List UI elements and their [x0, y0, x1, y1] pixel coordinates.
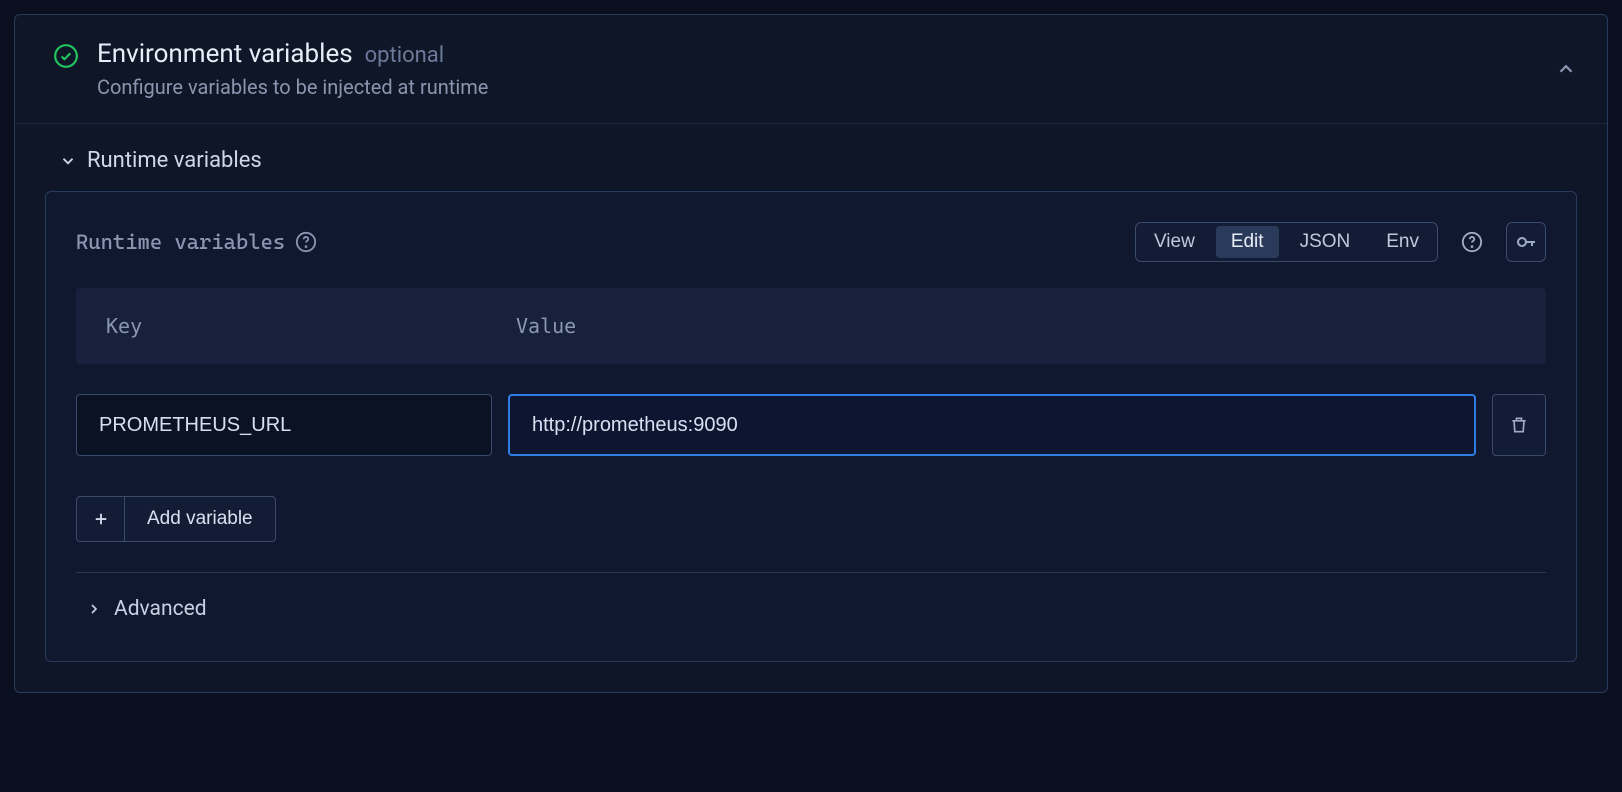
add-button-label: Add variable: [125, 508, 275, 530]
variable-value-input[interactable]: [508, 394, 1476, 456]
panel-header: Environment variables optional Configure…: [15, 15, 1607, 124]
key-icon[interactable]: [1506, 222, 1546, 262]
tab-view[interactable]: View: [1136, 223, 1213, 261]
panel-subtitle: Configure variables to be injected at ru…: [97, 75, 1577, 99]
chevron-down-icon: [59, 152, 77, 170]
inner-controls: View Edit JSON Env: [1135, 222, 1546, 262]
runtime-variables-toggle[interactable]: Runtime variables: [45, 144, 1577, 191]
divider: [76, 572, 1546, 573]
env-vars-panel: Environment variables optional Configure…: [14, 14, 1608, 693]
inner-title-text: Runtime variables: [76, 230, 285, 254]
advanced-toggle[interactable]: Advanced: [76, 593, 1546, 631]
tab-json[interactable]: JSON: [1282, 223, 1369, 261]
tab-env[interactable]: Env: [1368, 223, 1437, 261]
column-value: Value: [516, 314, 1516, 338]
trash-icon: [1509, 415, 1529, 435]
check-circle-icon: [53, 43, 79, 69]
runtime-variables-panel: Runtime variables View Edit JSON: [45, 191, 1577, 662]
tab-edit[interactable]: Edit: [1216, 226, 1279, 258]
header-text-block: Environment variables optional Configure…: [97, 39, 1577, 99]
collapse-icon[interactable]: [1555, 58, 1577, 80]
table-header: Key Value: [76, 288, 1546, 364]
optional-badge: optional: [365, 43, 444, 68]
delete-variable-button[interactable]: [1492, 394, 1546, 456]
inner-title: Runtime variables: [76, 230, 317, 254]
advanced-label: Advanced: [114, 597, 207, 621]
help-icon[interactable]: [295, 231, 317, 253]
inner-header: Runtime variables View Edit JSON: [76, 222, 1546, 262]
column-key: Key: [106, 314, 516, 338]
chevron-right-icon: [86, 601, 102, 617]
mode-tabs: View Edit JSON Env: [1135, 222, 1438, 262]
plus-icon: [77, 497, 125, 541]
variable-row: [76, 394, 1546, 456]
section-title: Runtime variables: [87, 148, 262, 173]
panel-body: Runtime variables Runtime variables: [15, 124, 1607, 692]
panel-title: Environment variables: [97, 39, 353, 69]
add-variable-button[interactable]: Add variable: [76, 496, 276, 542]
variable-key-input[interactable]: [76, 394, 492, 456]
help-icon[interactable]: [1452, 222, 1492, 262]
